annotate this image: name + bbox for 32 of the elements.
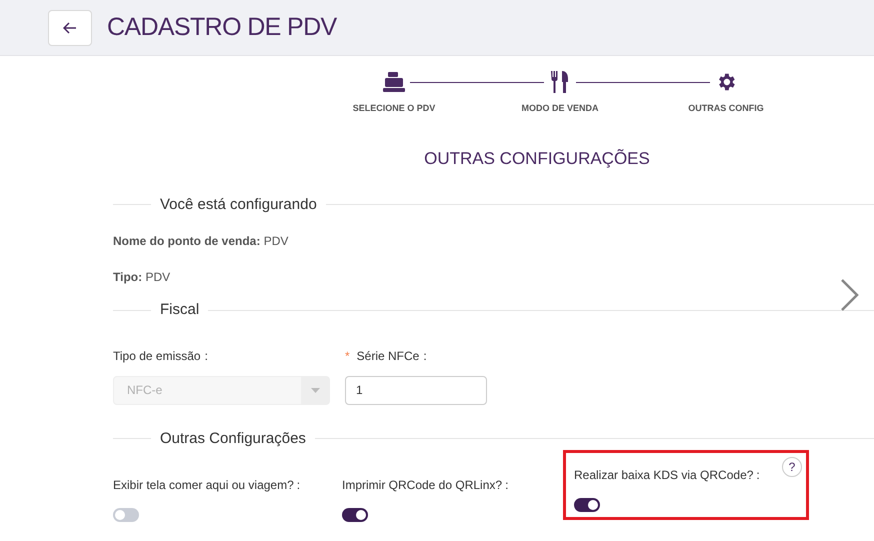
step-label: OUTRAS CONFIG bbox=[688, 102, 764, 115]
section-title: OUTRAS CONFIGURAÇÕES bbox=[424, 148, 650, 168]
toggle-switch[interactable] bbox=[113, 508, 139, 522]
section-heading: Outras Configurações bbox=[159, 428, 307, 448]
toggle-label: Realizar baixa KDS via QRCode? bbox=[574, 467, 754, 484]
cash-register-icon bbox=[383, 72, 405, 92]
required-mark: * bbox=[345, 348, 350, 364]
back-arrow-icon bbox=[63, 22, 77, 34]
toggle-switch[interactable] bbox=[574, 498, 600, 512]
series-input[interactable]: 1 bbox=[345, 376, 487, 404]
dropdown-icon bbox=[310, 388, 320, 392]
cutlery-icon bbox=[550, 71, 570, 93]
step-label: MODO DE VENDA bbox=[521, 102, 598, 115]
summary-text: Nome do ponto de venda: PDV bbox=[113, 233, 290, 250]
colon-mark: : bbox=[423, 348, 427, 364]
toggle-switch[interactable] bbox=[342, 508, 368, 522]
colon-mark: : bbox=[756, 467, 760, 484]
next-chevron-icon[interactable] bbox=[840, 278, 860, 312]
back-button[interactable] bbox=[48, 10, 92, 46]
page-title: CADASTRO DE PDV bbox=[107, 12, 337, 43]
summary-text: Tipo: PDV bbox=[113, 269, 172, 286]
colon-mark: : bbox=[296, 477, 300, 494]
field-label: Série NFCe bbox=[356, 348, 420, 364]
toggle-label: Imprimir QRCode do QRLinx? bbox=[342, 477, 502, 494]
field-label: Tipo de emissão bbox=[113, 348, 201, 364]
step-label: SELECIONE O PDV bbox=[352, 102, 436, 115]
help-icon[interactable]: ? bbox=[782, 457, 802, 477]
toggle-label: Exibir tela comer aqui ou viagem? bbox=[113, 477, 294, 494]
colon-mark: : bbox=[505, 477, 508, 494]
section-heading: Você está configurando bbox=[159, 194, 318, 214]
colon-mark: : bbox=[204, 348, 208, 364]
section-heading: Fiscal bbox=[159, 300, 200, 320]
